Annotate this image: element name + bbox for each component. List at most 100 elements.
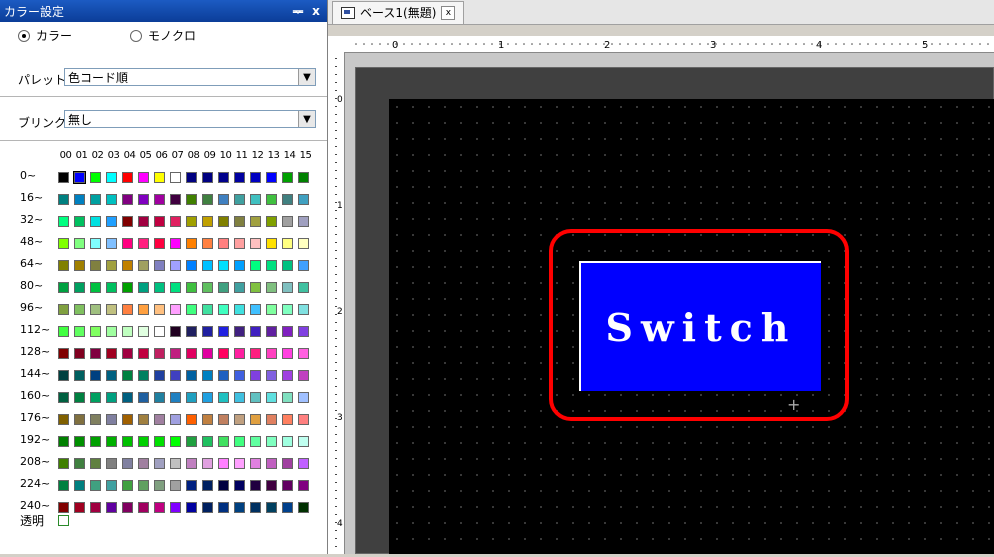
color-swatch[interactable] <box>250 392 261 403</box>
color-swatch[interactable] <box>250 216 261 227</box>
color-swatch[interactable] <box>58 370 69 381</box>
color-swatch[interactable] <box>298 458 309 469</box>
color-swatch[interactable] <box>138 502 149 513</box>
color-swatch[interactable] <box>282 480 293 491</box>
color-swatch[interactable] <box>218 238 229 249</box>
color-swatch[interactable] <box>186 304 197 315</box>
color-swatch[interactable] <box>58 282 69 293</box>
color-swatch[interactable] <box>122 326 133 337</box>
color-swatch[interactable] <box>282 304 293 315</box>
color-swatch[interactable] <box>266 458 277 469</box>
color-swatch[interactable] <box>90 282 101 293</box>
color-swatch[interactable] <box>218 194 229 205</box>
color-swatch[interactable] <box>298 480 309 491</box>
color-swatch[interactable] <box>298 238 309 249</box>
color-swatch[interactable] <box>298 216 309 227</box>
color-swatch[interactable] <box>186 326 197 337</box>
color-swatch[interactable] <box>202 238 213 249</box>
color-swatch[interactable] <box>170 392 181 403</box>
color-swatch[interactable] <box>106 502 117 513</box>
color-swatch[interactable] <box>202 282 213 293</box>
color-swatch[interactable] <box>282 436 293 447</box>
color-swatch[interactable] <box>122 392 133 403</box>
color-swatch[interactable] <box>122 502 133 513</box>
close-icon[interactable]: x <box>309 4 323 18</box>
color-swatch[interactable] <box>74 348 85 359</box>
color-swatch[interactable] <box>266 502 277 513</box>
color-swatch[interactable] <box>74 282 85 293</box>
color-swatch[interactable] <box>138 260 149 271</box>
color-swatch[interactable] <box>298 502 309 513</box>
color-swatch[interactable] <box>282 348 293 359</box>
color-swatch[interactable] <box>202 216 213 227</box>
color-swatch[interactable] <box>58 260 69 271</box>
color-swatch[interactable] <box>58 216 69 227</box>
color-swatch[interactable] <box>218 304 229 315</box>
color-swatch[interactable] <box>74 216 85 227</box>
color-swatch[interactable] <box>266 326 277 337</box>
color-swatch[interactable] <box>74 458 85 469</box>
color-swatch[interactable] <box>170 216 181 227</box>
color-swatch[interactable] <box>138 436 149 447</box>
color-swatch[interactable] <box>106 282 117 293</box>
color-swatch[interactable] <box>282 414 293 425</box>
color-swatch[interactable] <box>58 194 69 205</box>
color-swatch[interactable] <box>186 238 197 249</box>
palette-select[interactable]: 色コード順 ▼ <box>64 68 316 86</box>
color-swatch[interactable] <box>202 348 213 359</box>
color-swatch[interactable] <box>138 348 149 359</box>
color-swatch[interactable] <box>250 194 261 205</box>
color-swatch[interactable] <box>218 172 229 183</box>
color-swatch[interactable] <box>170 172 181 183</box>
color-swatch[interactable] <box>90 502 101 513</box>
color-swatch[interactable] <box>90 260 101 271</box>
color-swatch[interactable] <box>58 392 69 403</box>
pin-icon[interactable]: ᆓ <box>291 3 305 20</box>
color-swatch[interactable] <box>218 436 229 447</box>
color-swatch[interactable] <box>298 392 309 403</box>
color-swatch[interactable] <box>138 194 149 205</box>
color-swatch[interactable] <box>154 414 165 425</box>
blink-select[interactable]: 無し ▼ <box>64 110 316 128</box>
color-swatch[interactable] <box>73 171 86 184</box>
color-swatch[interactable] <box>138 238 149 249</box>
color-swatch[interactable] <box>282 502 293 513</box>
color-swatch[interactable] <box>154 172 165 183</box>
color-swatch[interactable] <box>58 304 69 315</box>
color-swatch[interactable] <box>58 458 69 469</box>
color-swatch[interactable] <box>154 370 165 381</box>
color-swatch[interactable] <box>218 502 229 513</box>
color-swatch[interactable] <box>218 260 229 271</box>
color-swatch[interactable] <box>250 480 261 491</box>
color-swatch[interactable] <box>74 260 85 271</box>
transparent-swatch[interactable] <box>58 515 69 526</box>
color-swatch[interactable] <box>106 458 117 469</box>
color-swatch[interactable] <box>106 392 117 403</box>
color-swatch[interactable] <box>106 436 117 447</box>
color-swatch[interactable] <box>106 172 117 183</box>
color-swatch[interactable] <box>202 414 213 425</box>
color-swatch[interactable] <box>202 370 213 381</box>
color-swatch[interactable] <box>106 304 117 315</box>
color-swatch[interactable] <box>90 436 101 447</box>
color-swatch[interactable] <box>90 304 101 315</box>
color-swatch[interactable] <box>186 216 197 227</box>
color-swatch[interactable] <box>282 370 293 381</box>
color-swatch[interactable] <box>266 348 277 359</box>
color-swatch[interactable] <box>250 436 261 447</box>
color-swatch[interactable] <box>186 414 197 425</box>
color-swatch[interactable] <box>106 238 117 249</box>
color-swatch[interactable] <box>282 282 293 293</box>
color-swatch[interactable] <box>154 260 165 271</box>
color-swatch[interactable] <box>154 436 165 447</box>
color-swatch[interactable] <box>122 414 133 425</box>
color-swatch[interactable] <box>154 238 165 249</box>
color-swatch[interactable] <box>218 392 229 403</box>
color-swatch[interactable] <box>74 326 85 337</box>
color-swatch[interactable] <box>266 414 277 425</box>
color-swatch[interactable] <box>90 414 101 425</box>
color-swatch[interactable] <box>202 480 213 491</box>
color-swatch[interactable] <box>202 194 213 205</box>
color-swatch[interactable] <box>106 194 117 205</box>
color-swatch[interactable] <box>138 480 149 491</box>
